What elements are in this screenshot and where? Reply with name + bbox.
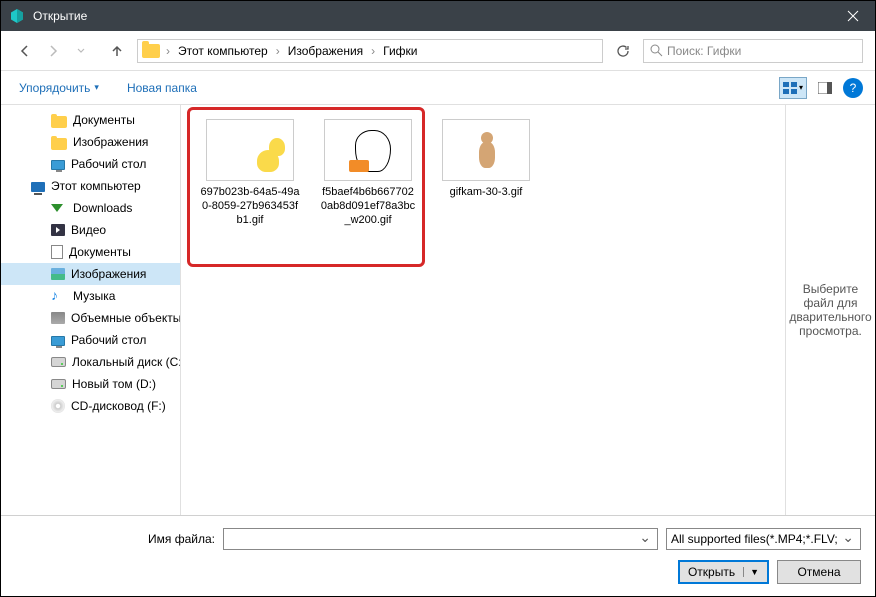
preview-text: Выберите файл для дварительного просмотр…	[789, 282, 871, 338]
sidebar-item-label: CD-дисковод (F:)	[71, 399, 166, 413]
sidebar-item-1[interactable]: Изображения	[1, 131, 180, 153]
file-type-filter[interactable]: All supported files(*.MP4;*.FLV;	[666, 528, 861, 550]
crumb-sep: ›	[274, 44, 282, 58]
nav-row: › Этот компьютер › Изображения › Гифки	[1, 31, 875, 71]
files-area[interactable]: 697b023b-64a5-49a0-8059-27b963453fb1.gif…	[181, 105, 785, 515]
sidebar-item-label: Объемные объекты	[71, 311, 181, 325]
search-icon	[650, 44, 663, 57]
sidebar-item-0[interactable]: Документы	[1, 109, 180, 131]
history-dropdown[interactable]	[69, 39, 93, 63]
sidebar-item-label: Новый том (D:)	[72, 377, 156, 391]
button-row: Открыть▼ Отмена	[15, 560, 861, 584]
sidebar-item-label: Документы	[73, 113, 135, 127]
chevron-down-icon	[76, 46, 86, 56]
folder-icon	[142, 44, 160, 58]
forward-icon	[45, 43, 61, 59]
filename-input[interactable]	[223, 528, 658, 550]
sidebar-item-7[interactable]: Изображения	[1, 263, 180, 285]
titlebar: Открытие	[1, 1, 875, 31]
toolbar: Упорядочить▾ Новая папка ▾ ?	[1, 71, 875, 105]
sidebar-item-9[interactable]: Объемные объекты	[1, 307, 180, 329]
search-input[interactable]	[667, 44, 856, 58]
open-dropdown[interactable]: ▼	[743, 567, 759, 577]
refresh-button[interactable]	[611, 39, 635, 63]
bottom-bar: Имя файла: All supported files(*.MP4;*.F…	[1, 515, 875, 596]
back-icon	[17, 43, 33, 59]
thumbnails-icon	[783, 82, 797, 94]
chevron-down-icon: ▾	[799, 83, 803, 92]
file-thumbnail	[324, 119, 412, 181]
nav-arrows	[13, 39, 93, 63]
sidebar: Документы Изображения Рабочий стол Этот ком…	[1, 105, 181, 515]
sidebar-item-8[interactable]: ♪Музыка	[1, 285, 180, 307]
crumb-0[interactable]: Этот компьютер	[172, 40, 274, 62]
search-box[interactable]	[643, 39, 863, 63]
open-button[interactable]: Открыть▼	[678, 560, 769, 584]
sidebar-item-label: Изображения	[71, 267, 146, 281]
preview-pane-icon	[818, 82, 832, 94]
sidebar-item-label: Документы	[69, 245, 131, 259]
crumb-2[interactable]: Гифки	[377, 40, 423, 62]
crumb-1[interactable]: Изображения	[282, 40, 369, 62]
file-item-2[interactable]: gifkam-30-3.gif	[431, 119, 541, 199]
help-button[interactable]: ?	[843, 78, 863, 98]
file-thumbnail	[442, 119, 530, 181]
sidebar-item-label: Рабочий стол	[71, 333, 146, 347]
sidebar-item-2[interactable]: Рабочий стол	[1, 153, 180, 175]
file-open-dialog: Открытие › Этот компьютер › Изображения …	[0, 0, 876, 597]
sidebar-item-label: Музыка	[73, 289, 115, 303]
sidebar-item-4[interactable]: Downloads	[1, 197, 180, 219]
file-name: 697b023b-64a5-49a0-8059-27b963453fb1.gif	[200, 185, 300, 227]
sidebar-item-6[interactable]: Документы	[1, 241, 180, 263]
close-icon	[847, 10, 859, 22]
file-item-0[interactable]: 697b023b-64a5-49a0-8059-27b963453fb1.gif	[195, 119, 305, 227]
preview-pane: Выберите файл для дварительного просмотр…	[785, 105, 875, 515]
view-buttons: ▾ ?	[779, 77, 863, 99]
sidebar-item-label: Локальный диск (C:)	[72, 355, 181, 369]
filename-row: Имя файла: All supported files(*.MP4;*.F…	[15, 528, 861, 550]
close-button[interactable]	[830, 1, 875, 31]
sidebar-item-11[interactable]: Локальный диск (C:)	[1, 351, 180, 373]
sidebar-item-5[interactable]: Видео	[1, 219, 180, 241]
help-icon: ?	[850, 81, 857, 95]
dialog-body: Документы Изображения Рабочий стол Этот ком…	[1, 105, 875, 515]
sidebar-item-label: Downloads	[73, 201, 132, 215]
crumb-sep: ›	[164, 44, 172, 58]
organize-button[interactable]: Упорядочить▾	[13, 77, 105, 99]
app-icon	[9, 8, 25, 24]
filename-label: Имя файла:	[15, 532, 215, 546]
sidebar-item-label: Изображения	[73, 135, 148, 149]
file-item-1[interactable]: f5baef4b6b667702 0ab8d091ef78a3bc_w200.g…	[313, 119, 423, 227]
address-bar[interactable]: › Этот компьютер › Изображения › Гифки	[137, 39, 603, 63]
window-title: Открытие	[33, 9, 830, 23]
cancel-button[interactable]: Отмена	[777, 560, 861, 584]
sidebar-item-label: Этот компьютер	[51, 179, 141, 193]
up-button[interactable]	[105, 39, 129, 63]
new-folder-button[interactable]: Новая папка	[121, 77, 203, 99]
sidebar-item-3[interactable]: Этот компьютер	[1, 175, 180, 197]
back-button[interactable]	[13, 39, 37, 63]
file-thumbnail	[206, 119, 294, 181]
chevron-down-icon: ▾	[94, 82, 99, 93]
file-name: f5baef4b6b667702 0ab8d091ef78a3bc_w200.g…	[318, 185, 418, 227]
refresh-icon	[616, 44, 630, 58]
forward-button[interactable]	[41, 39, 65, 63]
sidebar-item-10[interactable]: Рабочий стол	[1, 329, 180, 351]
sidebar-item-12[interactable]: Новый том (D:)	[1, 373, 180, 395]
sidebar-item-label: Рабочий стол	[71, 157, 146, 171]
main-area: 697b023b-64a5-49a0-8059-27b963453fb1.gif…	[181, 105, 875, 515]
file-name: gifkam-30-3.gif	[450, 185, 523, 199]
preview-pane-button[interactable]	[811, 77, 839, 99]
view-mode-button[interactable]: ▾	[779, 77, 807, 99]
crumb-sep: ›	[369, 44, 377, 58]
sidebar-item-13[interactable]: CD-дисковод (F:)	[1, 395, 180, 417]
sidebar-item-label: Видео	[71, 223, 106, 237]
up-icon	[109, 43, 125, 59]
